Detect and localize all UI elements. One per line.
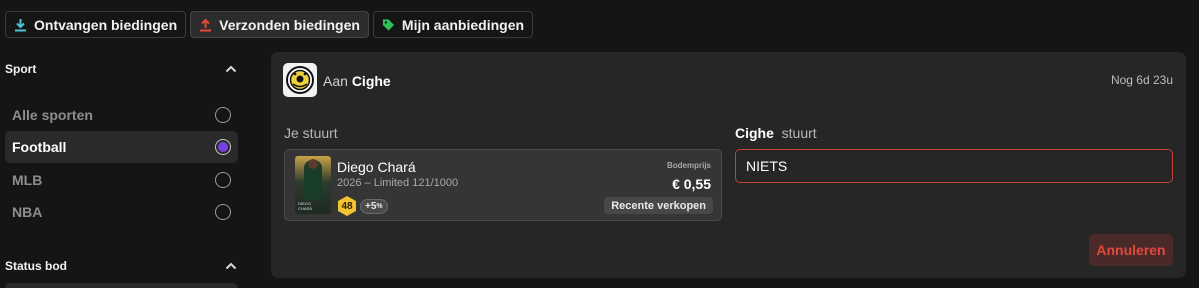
download-icon <box>14 18 27 32</box>
price-tag-icon <box>382 18 395 32</box>
recipient-name[interactable]: Cighe <box>352 73 391 89</box>
sport-filter-header[interactable]: Sport <box>5 62 238 76</box>
recipient-avatar <box>283 63 317 97</box>
they-send-field: NIETS <box>735 149 1173 183</box>
offer-panel: Aan Cighe Nog 6d 23u Je stuurt Cighe stu… <box>271 52 1186 278</box>
chevron-up-icon[interactable] <box>224 261 238 271</box>
tab-received-offers[interactable]: Ontvangen biedingen <box>5 11 187 38</box>
player-card-image: DIEGO CHARÁ <box>295 156 331 214</box>
they-send-name: Cighe <box>735 125 774 141</box>
boost-badge: +5% <box>360 198 388 214</box>
floor-price: € 0,55 <box>672 176 711 192</box>
time-remaining: Nog 6d 23u <box>1110 73 1173 87</box>
sport-option-all[interactable]: Alle sporten <box>5 99 238 131</box>
offer-tabs: Ontvangen biedingen Verzonden biedingen … <box>5 11 534 38</box>
upload-icon <box>199 18 212 32</box>
status-filter-header[interactable]: Status bod <box>5 259 238 273</box>
you-send-label: Je stuurt <box>284 125 338 141</box>
tab-my-offers[interactable]: Mijn aanbiedingen <box>372 11 534 38</box>
score-badge: 48 <box>337 195 357 217</box>
radio-dot <box>218 142 228 152</box>
card-badges: 48 +5% <box>337 195 388 217</box>
card-edition: 2026 – Limited 121/1000 <box>337 177 459 189</box>
sport-option-nba[interactable]: NBA <box>5 196 238 228</box>
sport-option-football[interactable]: Football <box>5 131 238 163</box>
floor-price-label: Bodemprijs <box>666 161 711 170</box>
sport-option-label: Football <box>12 139 67 155</box>
recent-sales-button[interactable]: Recente verkopen <box>604 197 713 214</box>
tab-sent-offers[interactable]: Verzonden biedingen <box>190 11 369 38</box>
player-card-item[interactable]: DIEGO CHARÁ Diego Chará 2026 – Limited 12… <box>284 149 722 221</box>
tab-label: Verzonden biedingen <box>219 16 360 33</box>
they-send-label: Cighe stuurt <box>735 125 817 141</box>
player-name: Diego Chará <box>337 159 416 175</box>
status-filter-title: Status bod <box>5 259 67 273</box>
radio-button[interactable] <box>215 107 231 123</box>
sport-option-label: MLB <box>12 172 43 188</box>
radio-button[interactable] <box>215 204 231 220</box>
radio-button[interactable] <box>215 172 231 188</box>
sport-option-mlb[interactable]: MLB <box>5 164 238 196</box>
cancel-offer-button[interactable]: Annuleren <box>1089 234 1173 266</box>
radio-button-selected[interactable] <box>215 139 231 155</box>
sport-option-label: Alle sporten <box>12 107 93 123</box>
to-prefix: Aan <box>323 73 348 89</box>
recipient-line: Aan Cighe <box>323 73 391 89</box>
club-crest-icon <box>286 66 314 94</box>
tab-label: Mijn aanbiedingen <box>401 16 525 33</box>
status-option-partial[interactable] <box>5 283 238 288</box>
they-send-suffix: stuurt <box>781 125 817 141</box>
sport-filter-title: Sport <box>5 62 37 76</box>
sport-option-label: NBA <box>12 204 43 220</box>
tab-label: Ontvangen biedingen <box>34 16 178 33</box>
chevron-up-icon[interactable] <box>224 64 238 74</box>
